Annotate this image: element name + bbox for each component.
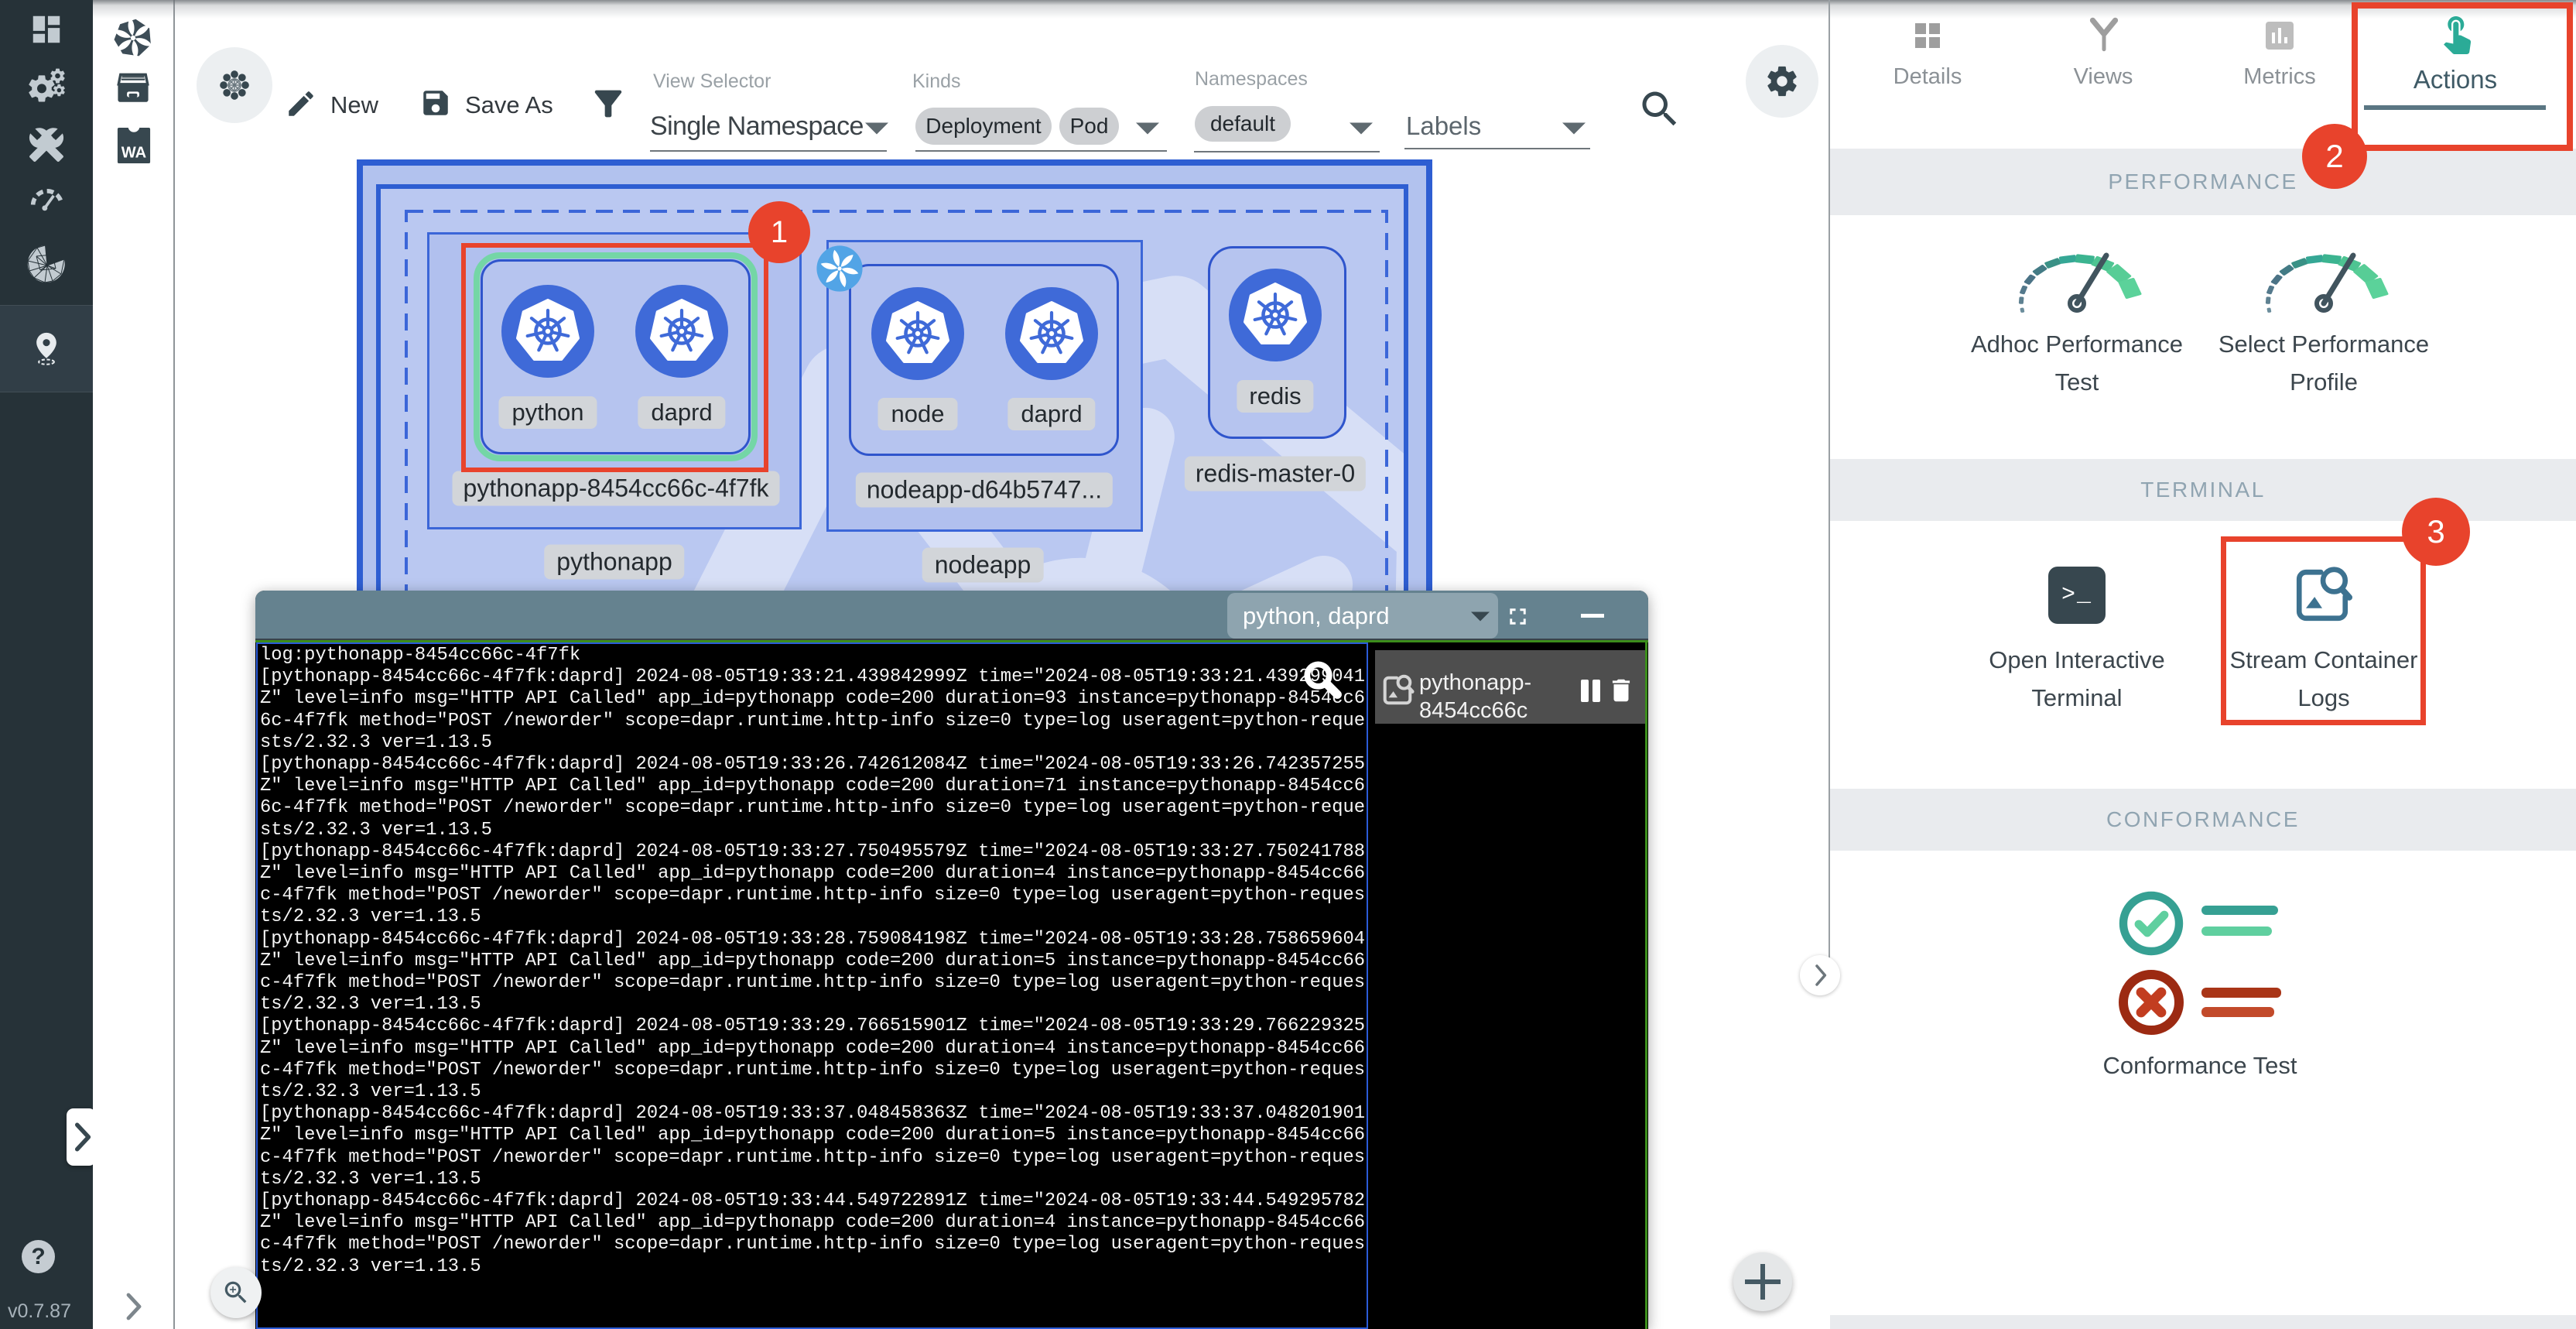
svg-text:WA: WA	[121, 144, 146, 161]
